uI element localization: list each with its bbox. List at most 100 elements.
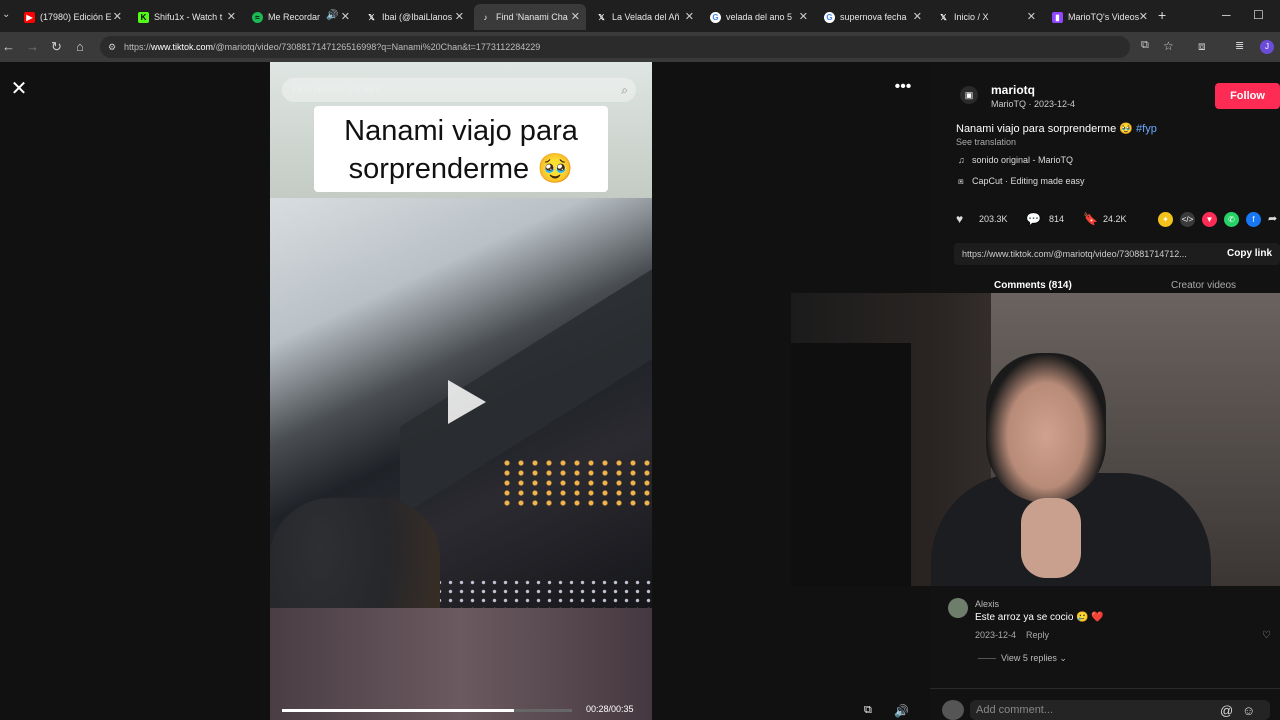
address-bar[interactable]: ⚙ https://www.tiktok.com/@mariotq/video/… bbox=[100, 36, 1130, 58]
caption-line-1: Nanami viajo para bbox=[344, 115, 578, 147]
webcam-overlay bbox=[791, 293, 1280, 586]
browser-tab[interactable]: G velada del ano 5 ✕ bbox=[704, 4, 814, 30]
comment-text: Este arroz ya se cocio 🥲 ❤️ bbox=[975, 612, 1104, 623]
search-placeholder: Find related content bbox=[292, 84, 381, 95]
browser-toolbar: ← → ↻ ⌂ ⚙ https://www.tiktok.com/@mariot… bbox=[0, 32, 1280, 62]
comment-avatar[interactable] bbox=[948, 598, 968, 618]
close-tab-icon[interactable]: ✕ bbox=[913, 10, 922, 23]
site-info-icon[interactable]: ⚙ bbox=[108, 36, 116, 58]
share-arrow-icon[interactable]: ➦ bbox=[1268, 212, 1277, 225]
whatsapp-icon[interactable]: ✆ bbox=[1224, 212, 1239, 227]
extensions-icon[interactable]: ⧈ bbox=[1198, 39, 1206, 54]
x-icon: 𝕏 bbox=[940, 12, 947, 22]
spotify-icon: ≈ bbox=[252, 11, 263, 23]
tab-search-icon[interactable]: ⌄ bbox=[2, 9, 10, 20]
forward-icon[interactable]: → bbox=[26, 39, 39, 54]
follow-button[interactable]: Follow bbox=[1215, 83, 1280, 109]
description-text: Nanami viajo para sorprenderme 🥹 bbox=[956, 123, 1133, 135]
maximize-icon[interactable]: ☐ bbox=[1253, 8, 1264, 22]
url-path: /@mariotq/video/7308817147126516998?q=Na… bbox=[213, 42, 541, 52]
send-icon[interactable]: ▼ bbox=[1202, 212, 1217, 227]
lights-decoration bbox=[500, 458, 650, 508]
webcam-person-hand bbox=[1021, 498, 1081, 578]
browser-tab[interactable]: ≈ Me Recordar 🔊 ✕ bbox=[246, 4, 356, 30]
view-replies-button[interactable]: View 5 replies ⌄ bbox=[1001, 653, 1067, 664]
search-icon[interactable]: ⌕ bbox=[621, 78, 628, 102]
reading-list-icon[interactable]: ≣ bbox=[1235, 39, 1244, 52]
browser-tab-active[interactable]: ♪ Find 'Nanami Cha ✕ bbox=[474, 4, 586, 30]
close-tab-icon[interactable]: ✕ bbox=[1027, 10, 1036, 23]
facebook-icon[interactable]: f bbox=[1246, 212, 1261, 227]
close-tab-icon[interactable]: ✕ bbox=[799, 10, 808, 23]
progress-bar[interactable] bbox=[282, 709, 572, 712]
close-tab-icon[interactable]: ✕ bbox=[571, 10, 580, 23]
browser-tab[interactable]: G supernova fecha ✕ bbox=[818, 4, 928, 30]
emoji-icon[interactable]: ☺ bbox=[1242, 703, 1255, 718]
see-translation-link[interactable]: See translation bbox=[956, 137, 1016, 147]
google-icon: G bbox=[710, 11, 721, 23]
audio-playing-icon[interactable]: 🔊 bbox=[326, 10, 338, 21]
comment-like-icon[interactable]: ♡ bbox=[1262, 630, 1271, 641]
tiktok-icon: ♪ bbox=[483, 12, 488, 22]
save-button[interactable]: 🔖 bbox=[1083, 212, 1098, 226]
picture-in-picture-icon[interactable]: ⧉ bbox=[864, 704, 872, 717]
bookmark-star-icon[interactable]: ☆ bbox=[1163, 39, 1174, 53]
reload-icon[interactable]: ↻ bbox=[51, 39, 62, 55]
save-count: 24.2K bbox=[1103, 214, 1127, 224]
browser-tab[interactable]: ▶ (17980) Edición E ✕ bbox=[18, 4, 128, 30]
capcut-label: CapCut · Editing made easy bbox=[972, 176, 1085, 186]
browser-tab[interactable]: 𝕏 La Velada del Añ ✕ bbox=[590, 4, 700, 30]
reply-button[interactable]: Reply bbox=[1026, 630, 1049, 640]
music-note-icon: ♫ bbox=[958, 155, 965, 165]
video-caption-overlay: Nanami viajo para sorprenderme 🥹 bbox=[314, 106, 608, 192]
minimize-icon[interactable]: ─ bbox=[1222, 8, 1231, 22]
close-tab-icon[interactable]: ✕ bbox=[455, 10, 464, 23]
browser-tab[interactable]: K Shifu1x - Watch t ✕ bbox=[132, 4, 242, 30]
mention-icon[interactable]: @ bbox=[1220, 703, 1233, 718]
home-icon[interactable]: ⌂ bbox=[76, 39, 84, 54]
comment-author[interactable]: Alexis bbox=[975, 599, 999, 609]
x-icon: 𝕏 bbox=[368, 12, 375, 22]
replies-divider bbox=[978, 658, 996, 659]
sound-label: sonido original - MarioTQ bbox=[972, 155, 1074, 165]
browser-tab[interactable]: ▮ MarioTQ's Videos ✕ bbox=[1046, 4, 1154, 30]
video-player[interactable]: Find related content ⌕ Nanami viajo para… bbox=[270, 62, 652, 720]
post-description: Nanami viajo para sorprenderme 🥹 #fyp bbox=[956, 122, 1157, 135]
like-button[interactable]: ♥ bbox=[956, 212, 963, 226]
x-icon: 𝕏 bbox=[598, 12, 605, 22]
close-tab-icon[interactable]: ✕ bbox=[1139, 10, 1148, 23]
comment-button[interactable]: 💬 bbox=[1026, 212, 1041, 226]
close-tab-icon[interactable]: ✕ bbox=[227, 10, 236, 23]
related-search-input[interactable]: Find related content ⌕ bbox=[282, 78, 636, 102]
sound-link[interactable]: ♫ sonido original - MarioTQ bbox=[958, 155, 1073, 165]
hashtag-link[interactable]: #fyp bbox=[1136, 123, 1157, 135]
volume-icon[interactable]: 🔊 bbox=[894, 704, 909, 718]
tab-creator-videos[interactable]: Creator videos bbox=[1171, 280, 1236, 291]
close-tab-icon[interactable]: ✕ bbox=[113, 10, 122, 23]
play-icon[interactable] bbox=[448, 380, 486, 424]
install-app-icon[interactable]: ⧉ bbox=[1141, 39, 1149, 52]
close-icon[interactable]: ✕ bbox=[8, 78, 30, 100]
back-icon[interactable]: ← bbox=[2, 39, 15, 54]
browser-tab[interactable]: 𝕏 Inicio / X ✕ bbox=[932, 4, 1042, 30]
caption-line-2: sorprenderme 🥹 bbox=[348, 153, 574, 185]
tab-comments[interactable]: Comments (814) bbox=[994, 280, 1072, 291]
avatar[interactable]: ▣ bbox=[960, 86, 978, 104]
comment-date: 2023-12-4 bbox=[975, 630, 1017, 640]
profile-avatar[interactable]: J bbox=[1260, 40, 1274, 54]
username[interactable]: mariotq bbox=[991, 83, 1035, 97]
capcut-link[interactable]: ⧆ CapCut · Editing made easy bbox=[958, 176, 1085, 187]
close-tab-icon[interactable]: ✕ bbox=[685, 10, 694, 23]
new-tab-icon[interactable]: + bbox=[1158, 7, 1166, 23]
like-count: 203.3K bbox=[979, 214, 1008, 224]
embed-icon[interactable]: </> bbox=[1180, 212, 1195, 227]
browser-tab-strip: ⌄ ▶ (17980) Edición E ✕ K Shifu1x - Watc… bbox=[0, 0, 1280, 32]
more-options-icon[interactable]: ••• bbox=[890, 79, 916, 100]
copy-link-button[interactable]: Copy link bbox=[1227, 248, 1272, 259]
google-icon: G bbox=[824, 11, 835, 23]
url-prefix: https:// bbox=[124, 42, 152, 52]
close-tab-icon[interactable]: ✕ bbox=[341, 10, 350, 23]
webcam-chair bbox=[791, 343, 911, 586]
browser-tab[interactable]: 𝕏 Ibai (@IbaiLlanos ✕ bbox=[360, 4, 470, 30]
repost-icon[interactable]: ✦ bbox=[1158, 212, 1173, 227]
